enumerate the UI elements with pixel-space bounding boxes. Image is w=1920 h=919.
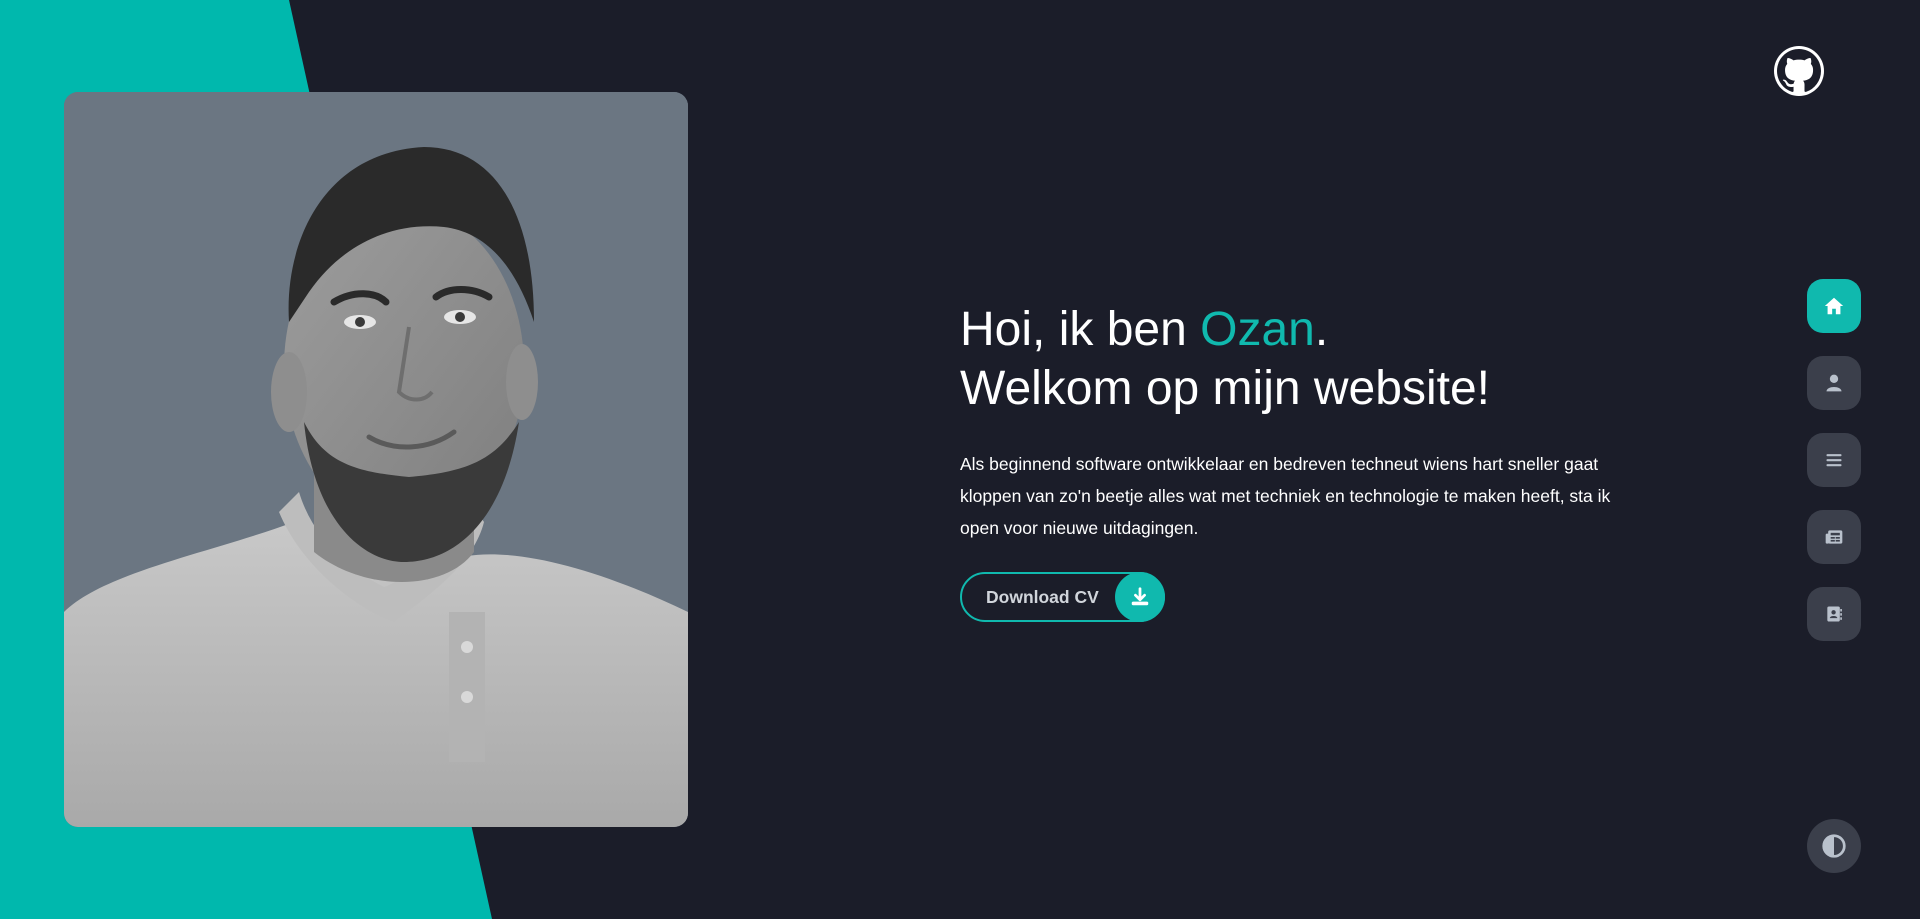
- greeting-suffix: .: [1314, 303, 1329, 356]
- nav-contact-button[interactable]: [1807, 587, 1861, 641]
- user-icon: [1826, 374, 1842, 392]
- hero-title: Hoi, ik ben Ozan. Welkom op mijn website…: [960, 300, 1640, 418]
- hero-section: Hoi, ik ben Ozan. Welkom op mijn website…: [960, 300, 1640, 622]
- contrast-icon: [1822, 834, 1846, 858]
- nav-blog-button[interactable]: [1807, 510, 1861, 564]
- intro-paragraph: Als beginnend software ontwikkelaar en b…: [960, 454, 1611, 538]
- contact-book-icon: [1827, 606, 1842, 622]
- name-highlight: Ozan: [1200, 303, 1315, 356]
- github-link[interactable]: [1774, 46, 1824, 96]
- download-cv-button[interactable]: Download CV: [960, 572, 1165, 622]
- download-cv-label: Download CV: [986, 586, 1099, 607]
- side-navigation: [1807, 279, 1861, 664]
- profile-photo: [64, 92, 688, 827]
- download-icon: [1115, 572, 1165, 622]
- github-icon: [1777, 49, 1821, 92]
- newspaper-icon: [1825, 530, 1843, 544]
- nav-home-button[interactable]: [1807, 279, 1861, 333]
- home-icon: [1824, 297, 1844, 315]
- nav-menu-button[interactable]: [1807, 433, 1861, 487]
- theme-toggle-button[interactable]: [1807, 819, 1861, 873]
- welcome-text: Welkom op mijn website!: [960, 362, 1490, 415]
- menu-icon: [1826, 454, 1842, 467]
- greeting-prefix: Hoi, ik ben: [960, 303, 1201, 356]
- nav-about-button[interactable]: [1807, 356, 1861, 410]
- home-page: Hoi, ik ben Ozan. Welkom op mijn website…: [0, 0, 1920, 919]
